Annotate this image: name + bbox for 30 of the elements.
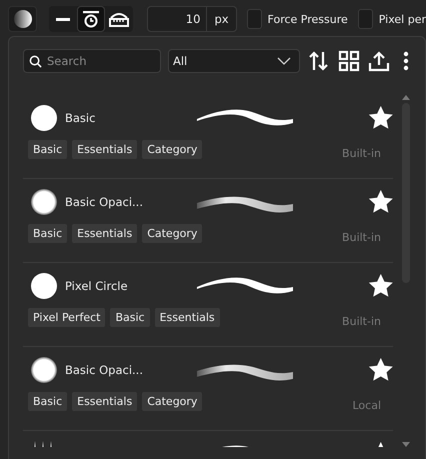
brush-item[interactable]: Basic Opaci... Basic Essentials Category Built-in: [23, 179, 393, 263]
source-label: Built-in: [342, 315, 381, 328]
tag[interactable]: Basic: [110, 308, 150, 327]
source-label: Built-in: [342, 147, 381, 160]
tag[interactable]: Essentials: [72, 140, 138, 159]
tag[interactable]: Category: [142, 224, 202, 243]
unit-label: px: [213, 11, 230, 28]
brush-name: Basic Opaci...: [65, 195, 144, 209]
checkbox-label: Pixel per: [378, 12, 426, 26]
tag[interactable]: Basic: [28, 224, 68, 243]
brush-name: Basic: [65, 111, 96, 125]
tag[interactable]: Essentials: [72, 392, 138, 411]
brush-name: Pixel Circle: [65, 279, 129, 293]
size-field[interactable]: 10: [148, 7, 208, 31]
brush-item[interactable]: Pixel Circle Pixel Perfect Basic Essentials Built-in: [23, 263, 393, 347]
tag[interactable]: Essentials: [154, 308, 220, 327]
source-label: Local: [352, 399, 381, 412]
tag[interactable]: Category: [142, 392, 202, 411]
tag[interactable]: Essentials: [72, 224, 138, 243]
checkbox-label: Force Pressure: [268, 12, 348, 26]
brush-name: Basic Opaci...: [65, 363, 144, 377]
tag[interactable]: Basic: [28, 140, 68, 159]
brush-item[interactable]: Basic Basic Essentials Category Built-in: [23, 95, 393, 179]
search-field[interactable]: Search: [23, 49, 161, 73]
tag[interactable]: Basic: [28, 392, 68, 411]
tag[interactable]: Pixel Perfect: [28, 308, 106, 327]
source-label: Built-in: [342, 231, 381, 244]
brush-item[interactable]: Basic Opaci... Basic Essentials Category Local: [23, 347, 393, 431]
filter-dropdown[interactable]: All: [168, 49, 300, 73]
tag[interactable]: Category: [142, 140, 202, 159]
